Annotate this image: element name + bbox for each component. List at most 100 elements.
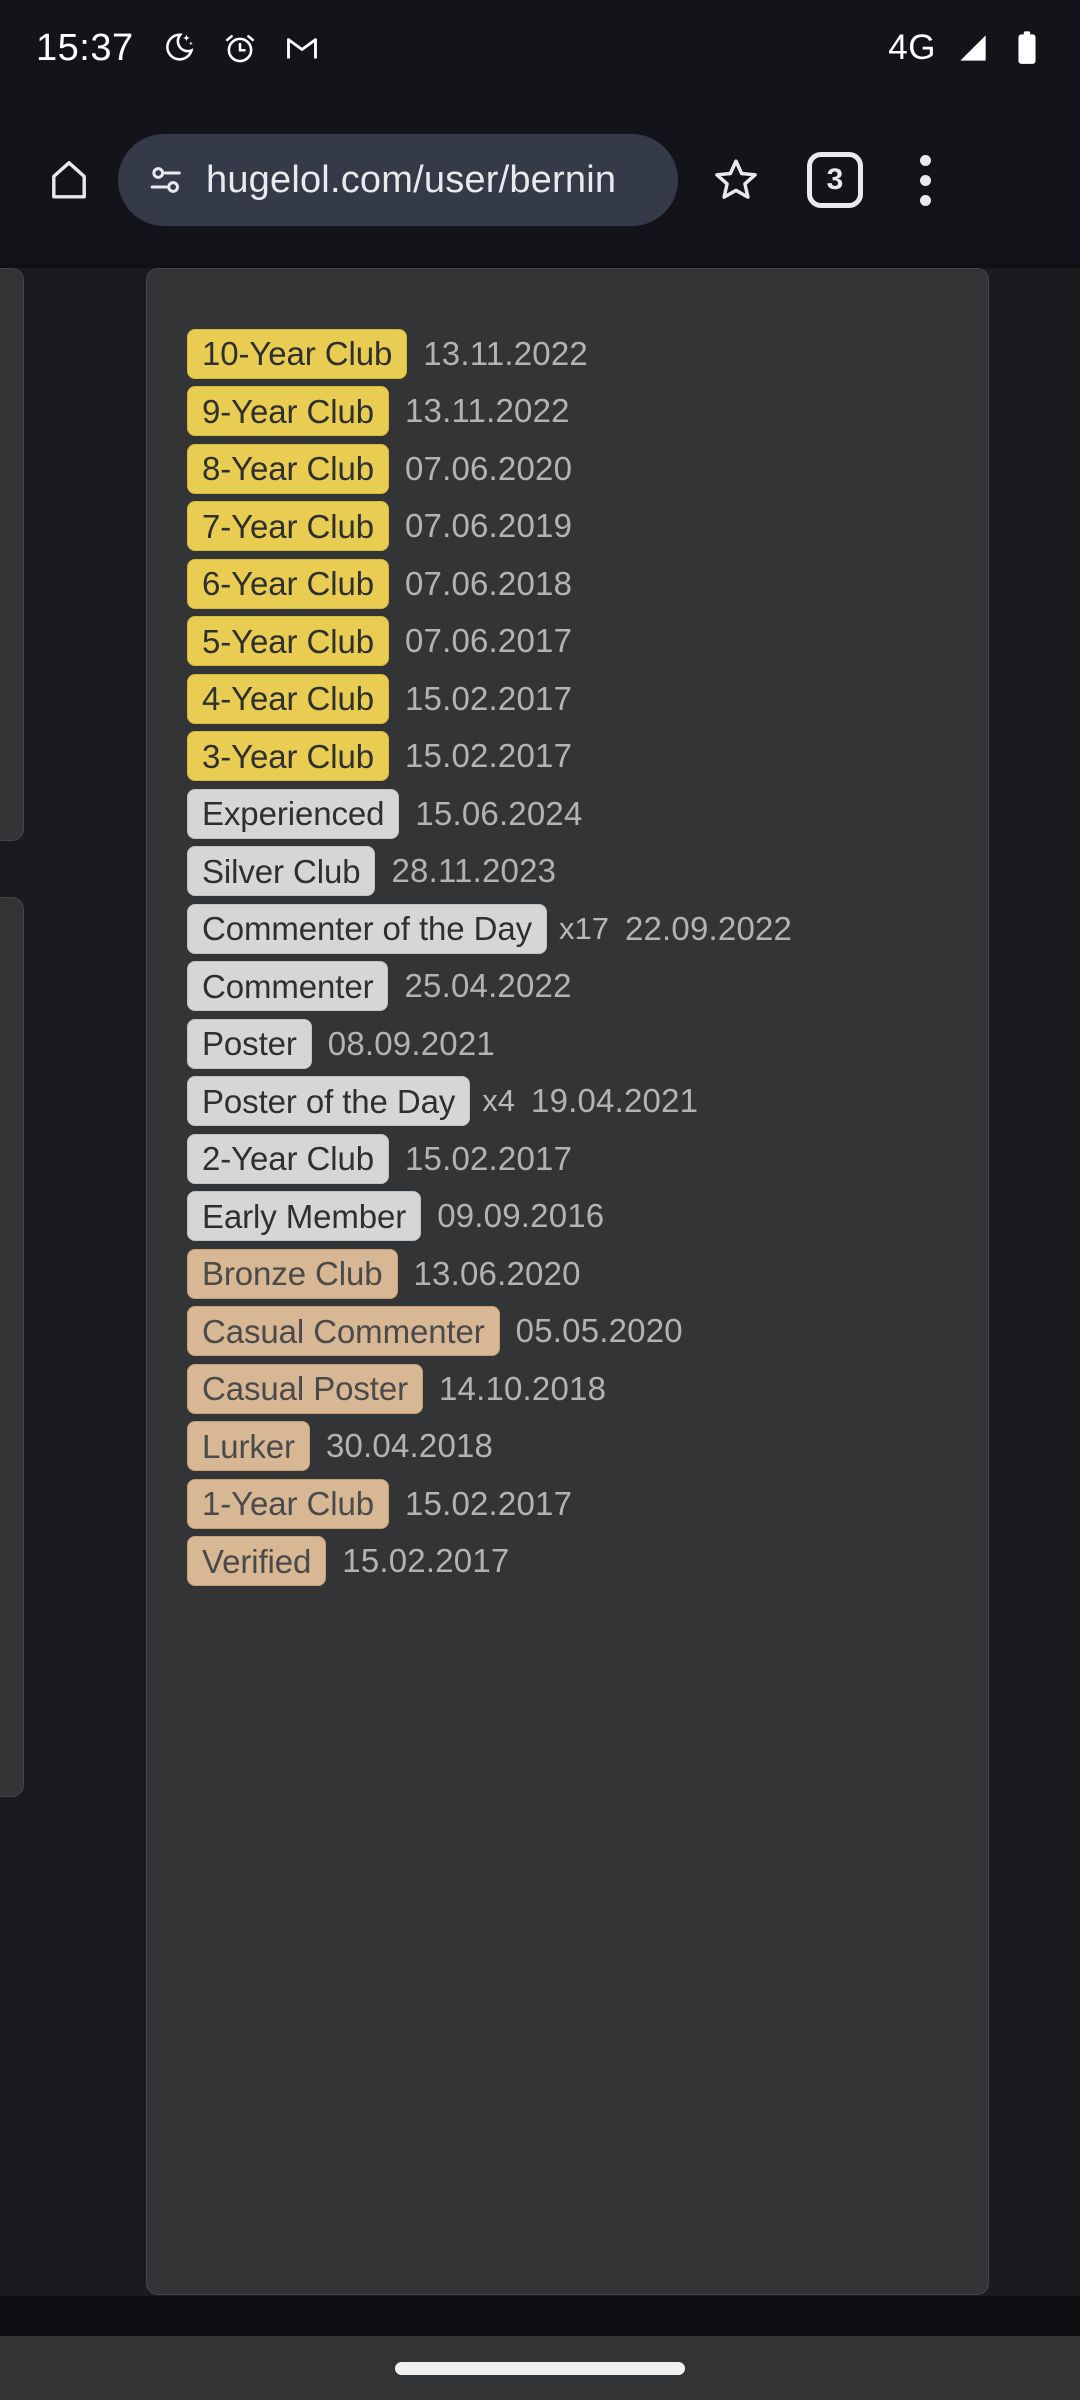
battery-icon (1010, 29, 1044, 67)
badge-date: 09.09.2016 (437, 1197, 605, 1235)
overflow-menu-icon[interactable] (888, 141, 962, 219)
alarm-clock-icon (222, 30, 258, 66)
status-bar-right: 4G (888, 28, 1044, 68)
badge-chip[interactable]: Lurker (187, 1421, 310, 1472)
badge-chip[interactable]: Commenter (187, 961, 389, 1012)
badge-date: 30.04.2018 (325, 1427, 494, 1465)
badge-row: Casual Poster 14.10.2018 (147, 1360, 988, 1418)
badge-chip[interactable]: Commenter of the Day (187, 903, 547, 954)
badge-row: Casual Commenter 05.05.2020 (147, 1303, 988, 1361)
badge-row: 4-Year Club 15.02.2017 (147, 670, 988, 728)
badge-chip[interactable]: 3-Year Club (187, 731, 389, 782)
badge-date: 14.10.2018 (438, 1369, 607, 1407)
badge-row: Silver Club 28.11.2023 (147, 843, 988, 901)
badge-date: 13.11.2022 (404, 392, 570, 430)
badge-row: Lurker 30.04.2018 (147, 1418, 988, 1476)
badge-row: Commenter 25.04.2022 (147, 958, 988, 1016)
badge-chip[interactable]: Silver Club (187, 846, 376, 897)
badge-date: 15.02.2017 (404, 1139, 573, 1177)
badge-date: 25.04.2022 (404, 967, 572, 1005)
web-page-viewport[interactable]: 10-Year Club 13.11.2022 9-Year Club 13.11.2… (0, 268, 1080, 2336)
badge-row: 1-Year Club 15.02.2017 (147, 1475, 988, 1533)
badge-chip[interactable]: Early Member (187, 1191, 422, 1242)
badge-date: 08.09.2021 (327, 1024, 495, 1062)
badge-chip[interactable]: 4-Year Club (187, 673, 389, 724)
badge-row: 8-Year Club 07.06.2020 (147, 440, 988, 498)
badge-row: Experienced 15.06.2024 (147, 785, 988, 843)
badge-row: 7-Year Club 07.06.2019 (147, 498, 988, 556)
badge-chip[interactable]: Verified (187, 1536, 327, 1587)
network-type-label: 4G (888, 28, 936, 67)
badge-row: Commenter of the Day x17 22.09.2022 (147, 900, 988, 958)
badge-date: 15.02.2017 (404, 679, 573, 717)
badge-row: 10-Year Club 13.11.2022 (147, 325, 988, 383)
system-nav-bar (0, 2336, 1080, 2400)
badge-chip[interactable]: Bronze Club (187, 1248, 398, 1299)
badge-row: Verified 15.02.2017 (147, 1533, 988, 1591)
badge-date: 13.06.2020 (413, 1254, 581, 1292)
badge-row: Poster of the Day x4 19.04.2021 (147, 1073, 988, 1131)
badge-chip[interactable]: 6-Year Club (187, 558, 389, 609)
badge-row: Bronze Club 13.06.2020 (147, 1245, 988, 1303)
badge-date: 07.06.2017 (404, 622, 573, 660)
badge-chip[interactable]: 2-Year Club (187, 1133, 389, 1184)
badge-chip[interactable]: 7-Year Club (187, 501, 389, 552)
badge-chip[interactable]: 8-Year Club (187, 443, 389, 494)
badge-list: 10-Year Club 13.11.2022 9-Year Club 13.11.2… (147, 325, 988, 1590)
status-bar-left: 15:37 (36, 27, 320, 70)
badge-row: 6-Year Club 07.06.2018 (147, 555, 988, 613)
badge-chip[interactable]: Casual Poster (187, 1363, 423, 1414)
badge-chip[interactable]: 10-Year Club (187, 328, 408, 379)
badge-row: Early Member 09.09.2016 (147, 1188, 988, 1246)
badge-row: 3-Year Club 15.02.2017 (147, 728, 988, 786)
badge-date: 07.06.2020 (404, 449, 573, 487)
badge-multiplier: x4 (482, 1083, 516, 1119)
star-icon[interactable] (694, 138, 778, 222)
status-bar: 15:37 4G (0, 0, 1080, 96)
badge-row: Poster 08.09.2021 (147, 1015, 988, 1073)
gmail-icon (284, 30, 320, 66)
badge-date: 15.06.2024 (415, 794, 583, 832)
badge-date: 22.09.2022 (624, 909, 793, 947)
badge-row: 2-Year Club 15.02.2017 (147, 1130, 988, 1188)
badge-chip[interactable]: Poster of the Day (187, 1076, 471, 1127)
url-bar[interactable]: hugelol.com/user/bernin (118, 134, 678, 226)
tab-count-box: 3 (807, 152, 863, 208)
menu-dot (919, 194, 931, 206)
badge-date: 05.05.2020 (515, 1312, 683, 1350)
dnd-moon-icon (160, 30, 196, 66)
adjacent-card-partial (0, 268, 24, 841)
badge-date: 07.06.2019 (404, 507, 573, 545)
home-icon[interactable] (30, 141, 108, 219)
badge-chip[interactable]: 9-Year Club (187, 386, 389, 437)
signal-icon (954, 29, 992, 67)
status-bar-clock: 15:37 (36, 26, 134, 69)
badge-multiplier: x17 (558, 910, 609, 946)
adjacent-card-partial (0, 897, 24, 1797)
badge-chip[interactable]: Experienced (187, 788, 400, 839)
badge-chip[interactable]: Poster (187, 1018, 312, 1069)
badge-chip[interactable]: Casual Commenter (187, 1306, 500, 1357)
badge-chip[interactable]: 1-Year Club (187, 1478, 389, 1529)
url-text[interactable]: hugelol.com/user/bernin (206, 159, 616, 202)
badge-date: 19.04.2021 (531, 1082, 699, 1120)
menu-dot (919, 174, 931, 186)
badge-row: 9-Year Club 13.11.2022 (147, 383, 988, 441)
badge-date: 15.02.2017 (404, 737, 573, 775)
badge-date: 28.11.2023 (391, 852, 557, 890)
home-gesture-pill[interactable] (395, 2361, 685, 2375)
menu-dot (919, 154, 931, 166)
badge-chip[interactable]: 5-Year Club (187, 616, 389, 667)
badge-date: 07.06.2018 (404, 564, 573, 602)
badge-date: 15.02.2017 (404, 1484, 573, 1522)
site-settings-icon[interactable] (146, 159, 188, 201)
tab-count-label: 3 (826, 163, 844, 196)
badge-date: 13.11.2022 (423, 334, 588, 372)
badge-row: 5-Year Club 07.06.2017 (147, 613, 988, 671)
badge-date: 15.02.2017 (342, 1542, 510, 1580)
browser-toolbar: hugelol.com/user/bernin 3 (0, 96, 1080, 264)
badges-card: 10-Year Club 13.11.2022 9-Year Club 13.11.2… (146, 268, 989, 2295)
page-bottom-gap (0, 2296, 1080, 2336)
tab-switcher-button[interactable]: 3 (796, 141, 874, 219)
phone-screen: 15:37 4G hugelol.com/user/bernin 3 10-Ye… (0, 0, 1080, 2400)
